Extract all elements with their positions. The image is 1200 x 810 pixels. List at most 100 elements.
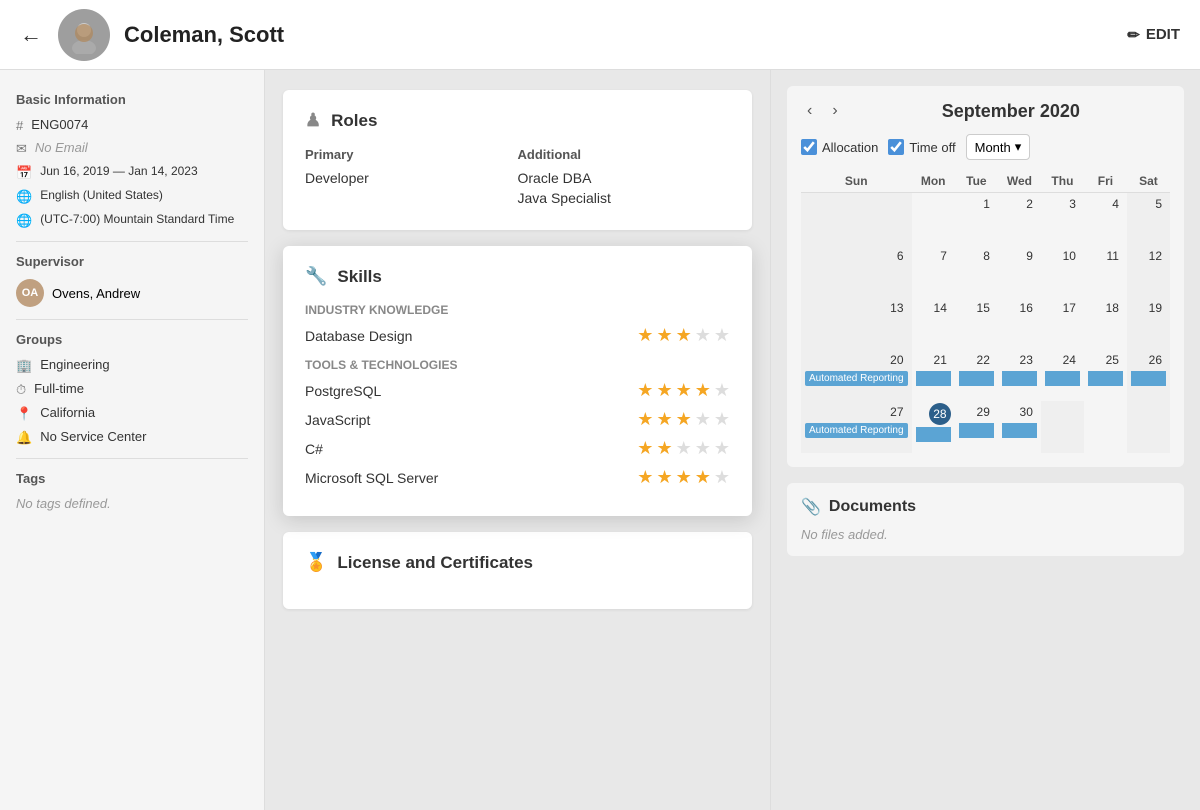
- location-icon: 📍: [16, 406, 32, 422]
- cal-event-cont-2: [959, 371, 994, 386]
- cal-event-cont-8: [959, 423, 994, 438]
- cal-event-cont-4: [1045, 371, 1080, 386]
- cal-prev-button[interactable]: ‹: [801, 100, 818, 122]
- timeoff-checkbox[interactable]: [888, 139, 904, 155]
- cal-cell: 15: [955, 297, 998, 349]
- cal-cell: 25: [1084, 349, 1127, 401]
- cal-cell: 20 Automated Reporting: [801, 349, 912, 401]
- supervisor-item: OA Ovens, Andrew: [16, 279, 248, 307]
- skill-name-mssql: Microsoft SQL Server: [305, 470, 438, 486]
- cal-today: 28: [929, 403, 951, 425]
- cal-cell: 6: [801, 245, 912, 297]
- language-item: 🌐 English (United States): [16, 188, 248, 205]
- cal-cell: 1: [955, 193, 998, 245]
- cal-cell: 5: [1127, 193, 1170, 245]
- cal-day-sun: Sun: [801, 170, 912, 193]
- skill-csharp: C# ★ ★ ★ ★ ★: [305, 438, 730, 459]
- tags-title: Tags: [16, 471, 248, 486]
- cal-cell: 8: [955, 245, 998, 297]
- cal-cell: 19: [1127, 297, 1170, 349]
- skills-icon: 🔧: [305, 266, 327, 287]
- skill-javascript: JavaScript ★ ★ ★ ★ ★: [305, 409, 730, 430]
- cal-cell-empty: [1084, 401, 1127, 453]
- supervisor-title: Supervisor: [16, 254, 248, 269]
- star-4: ★: [695, 325, 711, 346]
- content-area: ♟ Roles Primary Developer Additional Ora…: [265, 70, 770, 810]
- hashtag-icon: #: [16, 118, 23, 133]
- right-panel: ‹ › September 2020 Allocation Time off M…: [770, 70, 1200, 810]
- skill-postgresql: PostgreSQL ★ ★ ★ ★ ★: [305, 380, 730, 401]
- clock-icon: ⏱: [16, 382, 26, 398]
- building-icon: 🏢: [16, 358, 32, 374]
- additional-value2: Java Specialist: [518, 190, 731, 206]
- cal-controls: Allocation Time off Month ▾: [801, 134, 1170, 160]
- cal-cell: [801, 193, 912, 245]
- star-3: ★: [676, 325, 692, 346]
- supervisor-name: Ovens, Andrew: [52, 286, 140, 301]
- skill-category-2: Tools & Technologies: [305, 358, 730, 372]
- primary-value: Developer: [305, 170, 518, 186]
- cal-event-automated-2: Automated Reporting: [805, 423, 908, 438]
- supervisor-avatar: OA: [16, 279, 44, 307]
- cal-day-tue: Tue: [955, 170, 998, 193]
- timezone-item: 🌐 (UTC-7:00) Mountain Standard Time: [16, 212, 248, 229]
- cal-cell-empty: [1041, 401, 1084, 453]
- cal-next-button[interactable]: ›: [826, 100, 843, 122]
- cal-cell: 21: [912, 349, 955, 401]
- documents-title: 📎 Documents: [801, 497, 1170, 517]
- cal-cell: 10: [1041, 245, 1084, 297]
- cal-cell: 12: [1127, 245, 1170, 297]
- cal-cell: 3: [1041, 193, 1084, 245]
- cal-cell: 4: [1084, 193, 1127, 245]
- email-icon: ✉: [16, 141, 27, 157]
- employee-name: Coleman, Scott: [124, 22, 284, 48]
- allocation-checkbox[interactable]: [801, 139, 817, 155]
- cal-cell: 24: [1041, 349, 1084, 401]
- additional-header: Additional: [518, 147, 731, 162]
- email-item: ✉ No Email: [16, 140, 248, 157]
- star-1: ★: [637, 325, 653, 346]
- date-range-item: 📅 Jun 16, 2019 — Jan 14, 2023: [16, 164, 248, 181]
- cal-event-cont-1: [916, 371, 951, 386]
- basic-info-title: Basic Information: [16, 92, 248, 107]
- cal-cell: 7: [912, 245, 955, 297]
- cal-event-cont-5: [1088, 371, 1123, 386]
- cal-day-thu: Thu: [1041, 170, 1084, 193]
- additional-col: Additional Oracle DBA Java Specialist: [518, 147, 731, 210]
- calendar: ‹ › September 2020 Allocation Time off M…: [787, 86, 1184, 467]
- timezone-icon: 🌐: [16, 213, 32, 229]
- cal-cell: 29: [955, 401, 998, 453]
- month-dropdown[interactable]: Month ▾: [966, 134, 1031, 160]
- skill-name-db: Database Design: [305, 328, 412, 344]
- primary-header: Primary: [305, 147, 518, 162]
- cal-event-cont-6: [1131, 371, 1166, 386]
- group-service-center: 🔔 No Service Center: [16, 429, 248, 446]
- cal-day-mon: Mon: [912, 170, 955, 193]
- sidebar: Basic Information # ENG0074 ✉ No Email 📅…: [0, 70, 265, 810]
- main-layout: Basic Information # ENG0074 ✉ No Email 📅…: [0, 70, 1200, 810]
- back-button[interactable]: ←: [20, 22, 42, 48]
- timeoff-checkbox-label[interactable]: Time off: [888, 139, 955, 155]
- dropdown-arrow: ▾: [1015, 139, 1022, 155]
- group-california: 📍 California: [16, 405, 248, 422]
- calendar-header: ‹ › September 2020: [801, 100, 1170, 122]
- edit-button[interactable]: ✏ EDIT: [1127, 26, 1180, 44]
- skill-name-cs: C#: [305, 441, 323, 457]
- cal-month-title: September 2020: [852, 101, 1170, 122]
- star-2: ★: [656, 325, 672, 346]
- avatar: [58, 9, 110, 61]
- cal-week-5: 27 Automated Reporting 28 29: [801, 401, 1170, 453]
- cal-cell-empty: [1127, 401, 1170, 453]
- tags-empty: No tags defined.: [16, 496, 248, 511]
- cal-cell: 22: [955, 349, 998, 401]
- primary-col: Primary Developer: [305, 147, 518, 210]
- employee-id: ENG0074: [31, 117, 88, 132]
- allocation-checkbox-label[interactable]: Allocation: [801, 139, 878, 155]
- cal-cell: 13: [801, 297, 912, 349]
- cal-cell: 2: [998, 193, 1041, 245]
- skill-name-js: JavaScript: [305, 412, 370, 428]
- globe-icon: 🌐: [16, 189, 32, 205]
- cal-cell: 23: [998, 349, 1041, 401]
- documents-empty: No files added.: [801, 527, 1170, 542]
- cal-day-fri: Fri: [1084, 170, 1127, 193]
